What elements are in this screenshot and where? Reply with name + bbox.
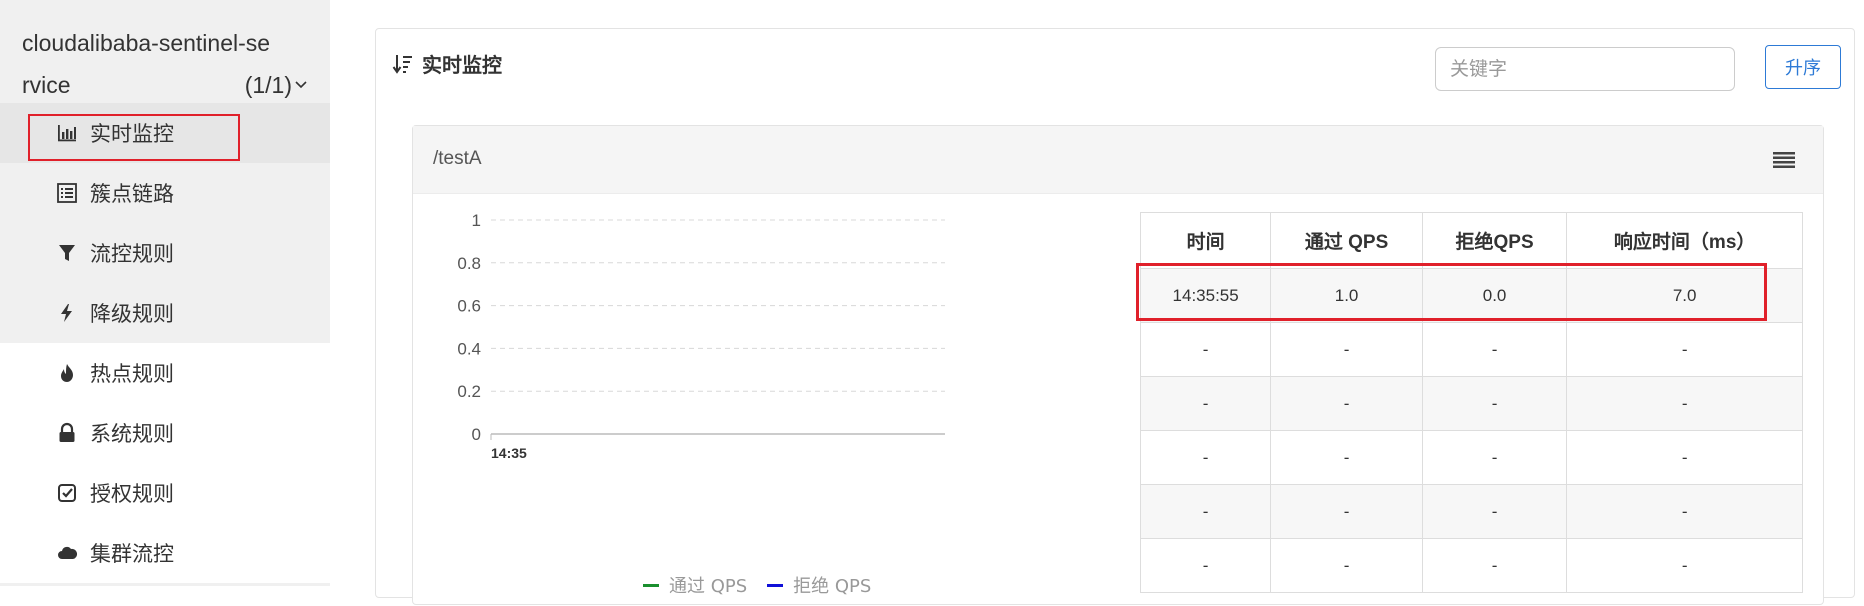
table-row: ---- bbox=[1139, 376, 1803, 431]
table-cell: - bbox=[1566, 322, 1803, 377]
qps-table-wrap: 时间 通过 QPS 拒绝QPS 响应时间（ms） 14:35:55 1.0 0.0 7… bbox=[1139, 212, 1803, 593]
table-cell: - bbox=[1139, 430, 1272, 485]
list-icon bbox=[56, 182, 78, 204]
table-cell: - bbox=[1139, 322, 1272, 377]
table-cell: - bbox=[1421, 376, 1568, 431]
table-cell: - bbox=[1421, 430, 1568, 485]
table-cell: 1.0 bbox=[1270, 268, 1423, 323]
table-cell: 0.0 bbox=[1421, 268, 1568, 323]
legend-label: 拒绝 QPS bbox=[793, 576, 872, 597]
sidebar-item-label: 集群流控 bbox=[90, 542, 174, 566]
table-cell: - bbox=[1139, 538, 1272, 593]
sidebar-item-realtime-monitor[interactable]: 实时监控 bbox=[0, 103, 330, 163]
table-row: ---- bbox=[1139, 538, 1803, 593]
y-tick-label: 0.2 bbox=[457, 382, 481, 401]
legend-label: 通过 QPS bbox=[669, 576, 748, 597]
table-row: ---- bbox=[1139, 322, 1803, 377]
table-cell: - bbox=[1139, 484, 1272, 539]
fire-icon bbox=[56, 362, 78, 384]
sidebar-item-label: 簇点链路 bbox=[90, 182, 174, 206]
sidebar-item-label: 流控规则 bbox=[90, 242, 174, 266]
y-tick-label: 0 bbox=[472, 425, 481, 444]
sidebar-item-hotspot-rules[interactable]: 热点规则 bbox=[0, 343, 330, 403]
column-header-time: 时间 bbox=[1139, 212, 1272, 269]
y-tick-label: 0.8 bbox=[457, 254, 481, 273]
table-row: ---- bbox=[1139, 430, 1803, 485]
panel-title-text: 实时监控 bbox=[422, 53, 502, 77]
legend-swatch-block bbox=[767, 583, 784, 587]
table-cell: - bbox=[1270, 430, 1423, 485]
app-count: (1/1) bbox=[244, 72, 292, 98]
sidebar-item-flow-rules[interactable]: 流控规则 bbox=[0, 223, 330, 283]
table-cell: - bbox=[1566, 430, 1803, 485]
table-cell: 14:35:55 bbox=[1139, 268, 1272, 323]
table-cell: 7.0 bbox=[1566, 268, 1803, 323]
y-tick-label: 0.4 bbox=[457, 339, 481, 358]
table-cell: - bbox=[1566, 484, 1803, 539]
y-tick-label: 1 bbox=[472, 211, 481, 230]
table-row: ---- bbox=[1139, 484, 1803, 539]
table-header-row: 时间 通过 QPS 拒绝QPS 响应时间（ms） bbox=[1139, 212, 1803, 269]
legend-item-pass[interactable]: 通过 QPS bbox=[643, 572, 747, 598]
sidebar-item-degrade-rules[interactable]: 降级规则 bbox=[0, 283, 330, 343]
table-cell: - bbox=[1270, 322, 1423, 377]
y-tick-label: 0.6 bbox=[457, 297, 481, 316]
table-cell: - bbox=[1270, 538, 1423, 593]
chevron-down-icon[interactable] bbox=[294, 78, 308, 92]
table-cell: - bbox=[1270, 376, 1423, 431]
monitor-panel: 实时监控 升序 /testA 1 0.8 0.6 0.4 0.2 0 14:35 通过 QP… bbox=[375, 28, 1855, 605]
qps-chart: 1 0.8 0.6 0.4 0.2 0 14:35 通过 QPS 拒绝 QPS bbox=[413, 194, 1093, 606]
sidebar-item-label: 降级规则 bbox=[90, 302, 174, 326]
column-header-block-qps: 拒绝QPS bbox=[1421, 212, 1568, 269]
filter-icon bbox=[56, 242, 78, 264]
app-name: cloudalibaba-sentinel-service bbox=[22, 30, 271, 98]
sidebar-item-cluster-flow[interactable]: 集群流控 bbox=[0, 523, 330, 583]
sidebar-item-auth-rules[interactable]: 授权规则 bbox=[0, 463, 330, 523]
resource-card-header: /testA bbox=[413, 126, 1823, 194]
table-cell: - bbox=[1139, 376, 1272, 431]
sidebar-item-label: 实时监控 bbox=[90, 122, 174, 146]
table-cell: - bbox=[1421, 538, 1568, 593]
lock-icon bbox=[56, 422, 78, 444]
sort-desc-icon bbox=[392, 54, 412, 74]
panel-title: 实时监控 bbox=[392, 49, 502, 78]
table-cell: - bbox=[1566, 538, 1803, 593]
search-input[interactable] bbox=[1435, 47, 1735, 91]
sidebar-item-label: 授权规则 bbox=[90, 482, 174, 506]
resource-card: /testA 1 0.8 0.6 0.4 0.2 0 14:35 通过 QPS 拒绝 QPS bbox=[412, 125, 1824, 605]
chart-legend: 通过 QPS 拒绝 QPS bbox=[643, 572, 891, 598]
qps-chart-svg: 1 0.8 0.6 0.4 0.2 0 14:35 bbox=[457, 211, 945, 461]
sidebar-item-label: 系统规则 bbox=[90, 422, 174, 446]
table-row: 14:35:55 1.0 0.0 7.0 bbox=[1139, 268, 1803, 323]
sidebar: cloudalibaba-sentinel-service (1/1) 实时监控… bbox=[0, 0, 330, 586]
hamburger-menu-icon[interactable] bbox=[1773, 151, 1795, 169]
table-cell: - bbox=[1421, 322, 1568, 377]
app-selector[interactable]: cloudalibaba-sentinel-service (1/1) bbox=[22, 22, 322, 106]
column-header-rt: 响应时间（ms） bbox=[1566, 212, 1803, 269]
bolt-icon bbox=[56, 302, 78, 324]
table-cell: - bbox=[1421, 484, 1568, 539]
sort-order-button[interactable]: 升序 bbox=[1765, 45, 1841, 89]
cloud-icon bbox=[56, 542, 78, 564]
table-cell: - bbox=[1270, 484, 1423, 539]
sidebar-menu: 实时监控 簇点链路 流控规则 降级规则 热点规则 系统规则 授权规则 集群流控 bbox=[0, 103, 330, 583]
legend-item-block[interactable]: 拒绝 QPS bbox=[767, 572, 871, 598]
legend-swatch-pass bbox=[643, 583, 659, 587]
sidebar-item-system-rules[interactable]: 系统规则 bbox=[0, 403, 330, 463]
resource-name: /testA bbox=[433, 148, 482, 169]
qps-table-body: 14:35:55 1.0 0.0 7.0- - - - - - - - - - - - - - - - - - - - bbox=[1139, 268, 1803, 593]
column-header-pass-qps: 通过 QPS bbox=[1270, 212, 1423, 269]
qps-table: 时间 通过 QPS 拒绝QPS 响应时间（ms） 14:35:55 1.0 0.0 7… bbox=[1139, 212, 1803, 593]
bar-chart-icon bbox=[56, 122, 78, 144]
sidebar-item-label: 热点规则 bbox=[90, 362, 174, 386]
x-tick-label: 14:35 bbox=[491, 445, 527, 461]
check-square-icon bbox=[56, 482, 78, 504]
sidebar-item-cluster-link[interactable]: 簇点链路 bbox=[0, 163, 330, 223]
table-cell: - bbox=[1566, 376, 1803, 431]
